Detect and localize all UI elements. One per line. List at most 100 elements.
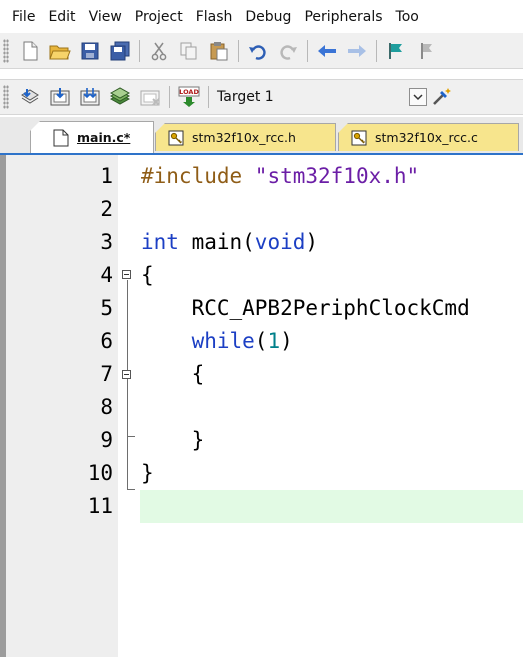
navigate-forward-icon[interactable] bbox=[346, 40, 368, 62]
code-token: int bbox=[141, 230, 179, 254]
line-number: 7 bbox=[100, 362, 113, 386]
fold-end-marker bbox=[127, 489, 135, 490]
tab-label: stm32f10x_rcc.h bbox=[192, 130, 296, 145]
code-token: void bbox=[254, 230, 306, 254]
target-dropdown-button[interactable] bbox=[409, 88, 427, 106]
build-toolbar: LOAD Target 1 bbox=[0, 79, 523, 115]
redo-icon[interactable] bbox=[277, 40, 299, 62]
line-number: 9 bbox=[100, 428, 113, 452]
code-editor[interactable]: 1 #include "stm32f10x.h" 2 3 int main(void) 4… bbox=[0, 155, 523, 657]
target-select[interactable]: Target 1 bbox=[217, 89, 377, 105]
code-text: int main(void) bbox=[141, 226, 318, 259]
undo-icon[interactable] bbox=[247, 40, 269, 62]
tab-label: main.c* bbox=[77, 130, 131, 145]
toolbar-separator bbox=[376, 39, 377, 62]
line-number: 1 bbox=[100, 164, 113, 188]
code-token: } bbox=[141, 461, 154, 485]
download-icon[interactable]: LOAD bbox=[178, 86, 200, 108]
code-line[interactable]: 2 bbox=[0, 193, 523, 226]
build-icon[interactable] bbox=[49, 86, 71, 108]
menu-flash[interactable]: Flash bbox=[190, 9, 240, 25]
fold-end-marker bbox=[127, 436, 135, 437]
open-folder-icon[interactable] bbox=[49, 40, 71, 62]
batch-build-icon[interactable] bbox=[109, 86, 131, 108]
menu-edit[interactable]: Edit bbox=[42, 9, 82, 25]
code-token: "stm32f10x.h" bbox=[254, 164, 420, 188]
save-all-icon[interactable] bbox=[109, 40, 131, 62]
copy-icon[interactable] bbox=[178, 40, 200, 62]
navigate-back-icon[interactable] bbox=[316, 40, 338, 62]
code-text: RCC_APB2PeriphClockCmd bbox=[141, 292, 470, 325]
menu-tools[interactable]: Too bbox=[390, 9, 426, 25]
translate-icon[interactable] bbox=[19, 86, 41, 108]
code-line[interactable]: 1 #include "stm32f10x.h" bbox=[0, 160, 523, 193]
bookmark-icon[interactable] bbox=[385, 40, 407, 62]
code-token: ( bbox=[254, 329, 268, 353]
code-line[interactable]: 7 { bbox=[0, 358, 523, 391]
toolbar-separator bbox=[307, 39, 308, 62]
code-line[interactable]: 11 bbox=[0, 490, 523, 523]
menu-peripherals[interactable]: Peripherals bbox=[298, 9, 389, 25]
file-toolbar bbox=[0, 33, 523, 69]
code-token: { bbox=[141, 263, 154, 287]
line-number: 4 bbox=[100, 263, 113, 287]
line-number: 3 bbox=[100, 230, 113, 254]
code-token: 1 bbox=[267, 329, 281, 353]
header-file-icon bbox=[168, 130, 184, 145]
tab-main-c[interactable]: main.c* bbox=[30, 121, 154, 153]
toolbar-separator bbox=[139, 39, 140, 62]
editor-tab-strip: main.c* stm32f10x_rcc.h stm32f10x_rcc.c bbox=[0, 117, 523, 155]
download-icon-label: LOAD bbox=[179, 88, 199, 96]
line-number: 6 bbox=[100, 329, 113, 353]
save-icon[interactable] bbox=[79, 40, 101, 62]
fold-guide bbox=[127, 280, 128, 489]
code-line[interactable]: 10} bbox=[0, 457, 523, 490]
toolbar-separator bbox=[169, 86, 170, 108]
line-number: 8 bbox=[100, 395, 113, 419]
tab-label: stm32f10x_rcc.c bbox=[375, 130, 478, 145]
stop-build-icon[interactable] bbox=[139, 86, 161, 108]
menu-bar: File Edit View Project Flash Debug Perip… bbox=[0, 0, 523, 33]
line-number: 2 bbox=[100, 197, 113, 221]
chevron-down-icon bbox=[413, 94, 423, 101]
code-text: { bbox=[141, 358, 205, 391]
menu-view[interactable]: View bbox=[83, 9, 129, 25]
code-token: ) bbox=[280, 329, 293, 353]
tab-stm32f10x-rcc-c[interactable]: stm32f10x_rcc.c bbox=[338, 123, 519, 151]
toolbar-grip[interactable] bbox=[3, 85, 9, 109]
code-text: } bbox=[141, 457, 154, 490]
fold-collapse-icon[interactable] bbox=[122, 370, 131, 379]
code-text: #include "stm32f10x.h" bbox=[141, 160, 419, 193]
new-file-icon[interactable] bbox=[19, 40, 41, 62]
line-number: 10 bbox=[87, 461, 113, 485]
menu-file[interactable]: File bbox=[0, 9, 42, 25]
code-line[interactable]: 4{ bbox=[0, 259, 523, 292]
code-token: #include bbox=[141, 164, 255, 188]
fold-collapse-icon[interactable] bbox=[122, 270, 131, 279]
code-line[interactable]: 6 while(1) bbox=[0, 325, 523, 358]
line-number: 11 bbox=[87, 494, 113, 518]
code-line[interactable]: 8 bbox=[0, 391, 523, 424]
code-text: { bbox=[141, 259, 154, 292]
code-text: } bbox=[141, 424, 205, 457]
file-icon bbox=[53, 129, 69, 146]
menu-debug[interactable]: Debug bbox=[239, 9, 298, 25]
code-token: } bbox=[141, 428, 205, 452]
code-line[interactable]: 3 int main(void) bbox=[0, 226, 523, 259]
code-token: { bbox=[141, 362, 205, 386]
code-token: RCC_APB2PeriphClockCmd bbox=[141, 296, 470, 320]
code-token: while bbox=[191, 329, 255, 353]
code-text: while(1) bbox=[141, 325, 293, 358]
toolbar-grip[interactable] bbox=[3, 38, 9, 63]
code-line[interactable]: 5 RCC_APB2PeriphClockCmd bbox=[0, 292, 523, 325]
cut-icon[interactable] bbox=[148, 40, 170, 62]
target-options-icon[interactable] bbox=[431, 86, 453, 108]
code-line[interactable]: 9 } bbox=[0, 424, 523, 457]
bookmark-prev-icon[interactable] bbox=[415, 40, 437, 62]
rebuild-icon[interactable] bbox=[79, 86, 101, 108]
menu-project[interactable]: Project bbox=[129, 9, 190, 25]
paste-icon[interactable] bbox=[208, 40, 230, 62]
tab-stm32f10x-rcc-h[interactable]: stm32f10x_rcc.h bbox=[155, 123, 336, 151]
line-number: 5 bbox=[100, 296, 113, 320]
